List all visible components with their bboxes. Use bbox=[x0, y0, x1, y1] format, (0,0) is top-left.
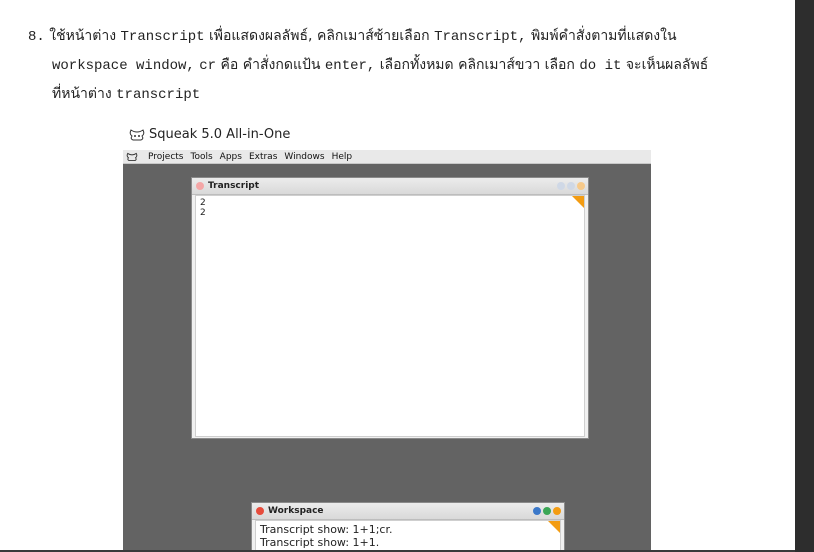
menu-help[interactable]: Help bbox=[332, 152, 353, 162]
transcript-line: 2 bbox=[200, 198, 206, 208]
menu-windows[interactable]: Windows bbox=[284, 152, 324, 162]
corner-menu-icon[interactable] bbox=[548, 521, 560, 533]
app-title: Squeak 5.0 All-in-One bbox=[149, 127, 291, 142]
instr-text: คือ คำสั่งกดแป้น bbox=[220, 57, 321, 73]
workspace-line: Transcript show: 1+1. bbox=[260, 536, 380, 549]
close-icon[interactable] bbox=[196, 182, 204, 190]
collapse-icon[interactable] bbox=[577, 182, 585, 190]
menu-tools[interactable]: Tools bbox=[190, 152, 212, 162]
workspace-title: Workspace bbox=[268, 506, 324, 516]
corner-menu-icon[interactable] bbox=[572, 196, 584, 208]
squeak-menu-icon[interactable] bbox=[125, 152, 141, 162]
menu-apps[interactable]: Apps bbox=[220, 152, 242, 162]
instr-code: Transcript bbox=[120, 29, 205, 45]
right-scroll-edge bbox=[795, 0, 814, 552]
squeak-logo-icon bbox=[129, 128, 145, 140]
close-icon[interactable] bbox=[256, 507, 264, 515]
menu-icon[interactable] bbox=[557, 182, 565, 190]
collapse-icon[interactable] bbox=[553, 507, 561, 515]
instr-text: จะเห็นผลลัพธ์ bbox=[625, 57, 709, 73]
instr-code: transcript bbox=[116, 87, 201, 103]
expand-icon[interactable] bbox=[567, 182, 575, 190]
expand-icon[interactable] bbox=[543, 507, 551, 515]
instr-code: workspace window, bbox=[52, 58, 195, 74]
transcript-window[interactable]: Transcript 2 2 bbox=[191, 177, 589, 439]
transcript-text-pane[interactable]: 2 2 bbox=[195, 195, 585, 437]
window-buttons bbox=[531, 507, 561, 515]
squeak-window-title: Squeak 5.0 All-in-One bbox=[128, 127, 290, 142]
menu-projects[interactable]: Projects bbox=[148, 152, 183, 162]
transcript-titlebar[interactable]: Transcript bbox=[192, 178, 588, 195]
instr-text: เพื่อแสดงผลลัพธ์, bbox=[208, 28, 313, 44]
instruction-line-3: ที่หน้าต่าง transcript bbox=[28, 80, 778, 109]
menu-icon[interactable] bbox=[533, 507, 541, 515]
menu-bar: Projects Tools Apps Extras Windows Help bbox=[123, 150, 651, 164]
instr-code: do it bbox=[579, 58, 622, 74]
step-number: 8. bbox=[28, 29, 45, 45]
workspace-window[interactable]: Workspace Transcript show: 1+1;cr. Trans… bbox=[251, 502, 565, 552]
instr-text: ใช้หน้าต่าง bbox=[49, 28, 117, 44]
instr-text: เลือกทั้งหมด คลิกเมาส์ขวา เลือก bbox=[379, 57, 575, 73]
instr-text: คลิกเมาส์ซ้ายเลือก bbox=[316, 28, 430, 44]
workspace-text-pane[interactable]: Transcript show: 1+1;cr. Transcript show… bbox=[255, 520, 561, 552]
window-buttons bbox=[555, 182, 585, 190]
instr-code: Transcript, bbox=[434, 29, 527, 45]
workspace-titlebar[interactable]: Workspace bbox=[252, 503, 564, 520]
instr-text: พิมพ์คำสั่งตามที่แสดงใน bbox=[530, 28, 677, 44]
instr-code: cr bbox=[199, 58, 217, 74]
transcript-title: Transcript bbox=[208, 181, 260, 191]
instr-text: ที่หน้าต่าง bbox=[52, 86, 112, 102]
transcript-line: 2 bbox=[200, 208, 206, 218]
squeak-desktop[interactable]: Projects Tools Apps Extras Windows Help … bbox=[123, 150, 651, 552]
instr-code: enter, bbox=[324, 58, 376, 74]
workspace-line: Transcript show: 1+1;cr. bbox=[260, 523, 393, 536]
menu-extras[interactable]: Extras bbox=[249, 152, 277, 162]
instruction-line-1: 8. ใช้หน้าต่าง Transcript เพื่อแสดงผลลัพ… bbox=[28, 22, 778, 51]
instruction-line-2: workspace window, cr คือ คำสั่งกดแป้น en… bbox=[28, 51, 778, 80]
instruction-text: 8. ใช้หน้าต่าง Transcript เพื่อแสดงผลลัพ… bbox=[28, 22, 778, 109]
